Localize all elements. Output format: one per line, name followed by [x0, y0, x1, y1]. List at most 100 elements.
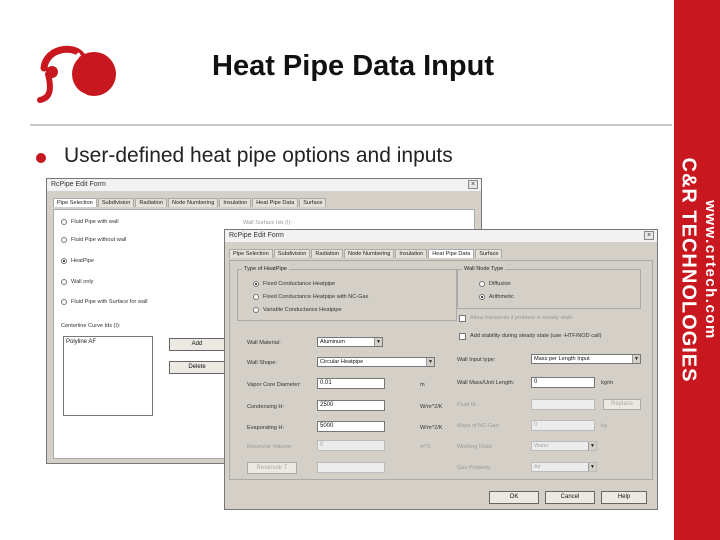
back-tab-heat-pipe-data[interactable]: Heat Pipe Data: [252, 198, 299, 207]
tab-subdivision[interactable]: Subdivision: [273, 249, 311, 258]
tab-surface[interactable]: Surface: [475, 249, 503, 258]
back-window-close-icon[interactable]: ×: [468, 180, 478, 189]
front-window-title: RcPipe Edit Form: [229, 232, 284, 239]
wall-material-value: Aluminum: [320, 339, 345, 345]
vapor-core-diameter-input[interactable]: 0.01: [317, 378, 385, 389]
bullet-text: User-defined heat pipe options and input…: [64, 144, 453, 167]
delete-button[interactable]: Delete: [169, 361, 225, 374]
reservoir-volume-input[interactable]: 0: [317, 440, 385, 451]
wall-input-type-value: Mass per Length Input: [534, 356, 590, 362]
chevron-down-icon: ▼: [588, 463, 596, 471]
gas-property-value: Air: [534, 464, 541, 470]
condensing-h-input[interactable]: 2500: [317, 400, 385, 411]
ncgas-mass-label: Mass of NC-Gas:: [457, 423, 500, 429]
diffusion-radio[interactable]: [479, 281, 485, 287]
cancel-button[interactable]: Cancel: [545, 491, 595, 504]
tab-insulation[interactable]: Insulation: [395, 249, 428, 258]
evaporating-h-unit: W/m^2/K: [420, 425, 443, 431]
chevron-down-icon: ▼: [588, 442, 596, 450]
option-fluid-pipe-with-surface-radio[interactable]: [61, 299, 67, 305]
back-tab-subdivision[interactable]: Subdivision: [97, 198, 135, 207]
back-window-titlebar: RcPipe Edit Form ×: [47, 179, 481, 191]
help-button[interactable]: Help: [601, 491, 647, 504]
option-heatpipe-label: HeatPipe: [71, 258, 95, 264]
front-window-titlebar: RcPipe Edit Form ×: [225, 230, 657, 242]
wall-material-select[interactable]: Aluminum ▼: [317, 337, 383, 347]
tab-pipe-selection[interactable]: Pipe Selection: [229, 249, 273, 258]
wall-shape-value: Circular Heatpipe: [320, 359, 364, 365]
title-divider: [30, 124, 672, 126]
wall-material-label: Wall Material:: [247, 340, 281, 346]
option-wall-only-radio[interactable]: [61, 279, 67, 285]
back-tab-radiation[interactable]: Radiation: [135, 198, 168, 207]
back-window-title: RcPipe Edit Form: [51, 181, 106, 188]
fixed-conductance-ncgas-radio[interactable]: [253, 294, 259, 300]
slide-title: Heat Pipe Data Input: [212, 50, 494, 82]
fixed-conductance-ncgas-label: Fixed Conductance Heatpipe with NC-Gas: [263, 294, 369, 300]
option-heatpipe-radio[interactable]: [61, 258, 67, 264]
brand-url: www.crtech.com: [702, 200, 719, 340]
allow-transients-checkbox[interactable]: [459, 315, 466, 322]
variable-conductance-radio[interactable]: [253, 307, 259, 313]
chevron-down-icon: ▼: [374, 338, 382, 346]
front-window-tabs: Pipe Selection Subdivision Radiation Nod…: [229, 249, 503, 258]
variable-conductance-label: Variable Conductance Heatpipe: [263, 307, 342, 313]
option-fluid-pipe-without-wall-label: Fluid Pipe without wall: [71, 237, 127, 243]
brand-strip: C&R TECHNOLOGIES www.crtech.com: [674, 0, 720, 540]
evaporating-h-label: Evaporating H:: [247, 425, 285, 431]
wall-mass-input[interactable]: 0: [531, 377, 595, 388]
tab-node-numbering[interactable]: Node Numbering: [344, 249, 395, 258]
ok-button[interactable]: OK: [489, 491, 539, 504]
wall-mass-label: Wall Mass/Unit Length:: [457, 380, 515, 386]
option-fluid-pipe-with-wall-radio[interactable]: [61, 219, 67, 225]
chevron-down-icon: ▼: [426, 358, 434, 366]
add-button[interactable]: Add: [169, 338, 225, 351]
back-tab-node-numbering[interactable]: Node Numbering: [168, 198, 219, 207]
option-fluid-pipe-with-surface-label: Fluid Pipe with Surface for wall: [71, 299, 148, 305]
wall-input-type-select[interactable]: Mass per Length Input ▼: [531, 354, 641, 364]
bullet-icon: [36, 153, 46, 163]
heatpipe-type-caption: Type of HeatPipe: [242, 266, 289, 272]
option-fluid-pipe-with-wall-label: Fluid Pipe with wall: [71, 219, 119, 225]
vapor-core-unit: m: [420, 382, 425, 388]
replace-button[interactable]: Replace: [603, 399, 641, 410]
wall-surface-ids-label: Wall Surface Ids (I):: [243, 220, 292, 226]
centerline-curve-item[interactable]: Polyline AF: [66, 339, 96, 345]
fixed-conductance-label: Fixed Conductance Heatpipe: [263, 281, 336, 287]
centerline-curve-list[interactable]: Polyline AF: [63, 336, 153, 416]
tab-radiation[interactable]: Radiation: [311, 249, 344, 258]
add-stability-label: Add stability during steady state (use -…: [470, 333, 602, 339]
working-fluid-select[interactable]: Water ▼: [531, 441, 597, 451]
front-window-close-icon[interactable]: ×: [644, 231, 654, 240]
front-edit-form-window: RcPipe Edit Form × Pipe Selection Subdiv…: [224, 229, 658, 510]
chevron-down-icon: ▼: [632, 355, 640, 363]
reservoir-t-button[interactable]: Reservoir T: [247, 462, 297, 474]
gas-property-select[interactable]: Air ▼: [531, 462, 597, 472]
add-stability-checkbox[interactable]: [459, 333, 466, 340]
allow-transients-label: Allow transients if problem is steady st…: [470, 315, 573, 321]
evaporating-h-input[interactable]: 5000: [317, 421, 385, 432]
gas-property-label: Gas Property:: [457, 465, 492, 471]
condensing-h-label: Condensing H:: [247, 404, 285, 410]
option-fluid-pipe-without-wall-radio[interactable]: [61, 237, 67, 243]
wall-input-type-label: Wall Input type:: [457, 357, 496, 363]
back-tab-insulation[interactable]: Insulation: [219, 198, 252, 207]
condensing-h-unit: W/m^2/K: [420, 404, 443, 410]
option-wall-only-label: Wall only: [71, 279, 94, 285]
ncgas-mass-input[interactable]: 0: [531, 420, 595, 431]
tab-heat-pipe-data[interactable]: Heat Pipe Data: [428, 249, 475, 258]
fixed-conductance-radio[interactable]: [253, 281, 259, 287]
wall-mass-unit: kg/m: [601, 380, 614, 386]
vapor-core-diameter-label: Vapor Core Diameter:: [247, 382, 301, 388]
back-tab-pipe-selection[interactable]: Pipe Selection: [53, 198, 97, 207]
ncgas-mass-unit: kg: [601, 423, 607, 429]
back-tab-surface[interactable]: Surface: [299, 198, 327, 207]
reservoir-volume-label: Reservoir Volume:: [247, 444, 293, 450]
reservoir-t-input[interactable]: [317, 462, 385, 473]
arithmetic-radio[interactable]: [479, 294, 485, 300]
company-logo: [37, 45, 116, 103]
wall-shape-select[interactable]: Circular Heatpipe ▼: [317, 357, 435, 367]
working-fluid-label: Working Fluid:: [457, 444, 493, 450]
fluid-id-input[interactable]: [531, 399, 595, 410]
arithmetic-label: Arithmetic: [489, 294, 514, 300]
